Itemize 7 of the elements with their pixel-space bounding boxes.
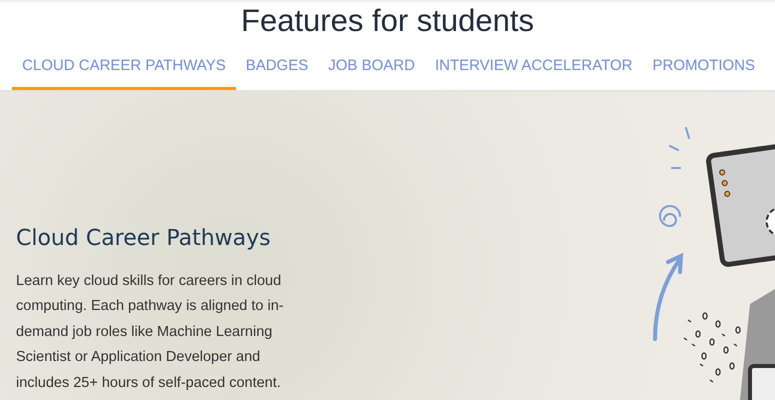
tab[interactable]: JOB BOARD: [318, 57, 425, 90]
tab[interactable]: INTERVIEW ACCELERATOR: [424, 57, 642, 90]
section-description: Learn key cloud skills for careers in cloud computing. Each pathway is aligned to in-demand job roles like Machine Learning Scientist or Application Developer and includes 25+ hours of self-paced content.: [16, 272, 285, 392]
page-title: Features for students: [240, 3, 535, 39]
tab[interactable]: BADGES: [236, 57, 318, 90]
section-heading: Cloud Career Pathways: [16, 226, 272, 250]
tab[interactable]: PROMOTIONS: [642, 57, 765, 90]
